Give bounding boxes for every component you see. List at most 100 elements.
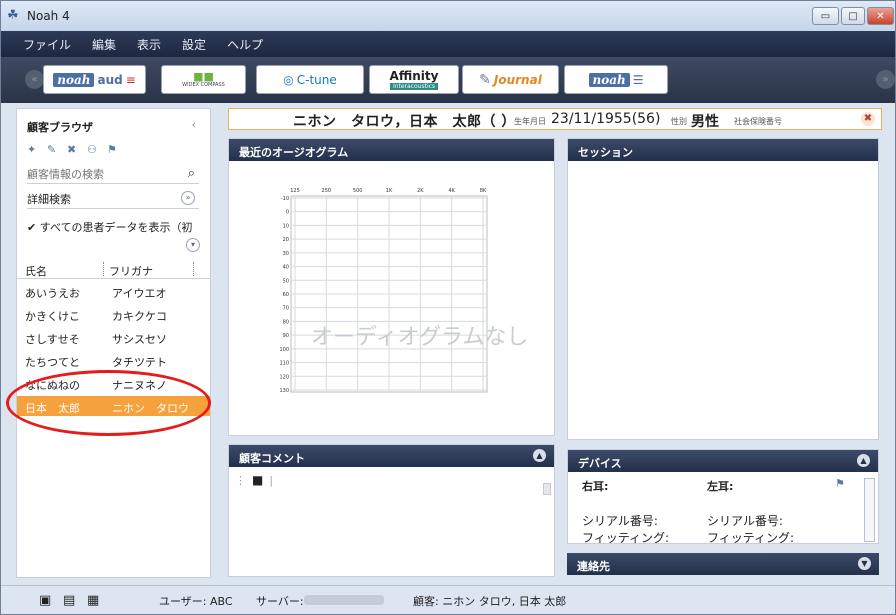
browser-toolbar: ✦ ✎ ✖ ⚇ ⚑ (27, 143, 121, 156)
freq-tick-label: 1K (386, 188, 393, 194)
row-kana: ナニヌネノ (112, 379, 167, 392)
add-patient-icon[interactable]: ✦ (27, 143, 41, 156)
minimize-icon: ▭ (820, 10, 831, 22)
column-divider[interactable] (103, 262, 104, 276)
row-kana: カキクケコ (112, 310, 167, 323)
app-window: ☘ Noah 4 ▭ □ ✕ ファイル 編集 表示 設定 ヘルプ « noah … (0, 0, 896, 615)
save-icon[interactable]: ■ (252, 473, 263, 487)
patient-table-header: 氏名 フリガナ (17, 259, 210, 279)
journal-label: Journal (493, 72, 542, 87)
row-name: 日本 太郎 (25, 402, 80, 415)
close-patient-icon[interactable]: ✖ (861, 112, 875, 126)
left-ear-label: 左耳: (707, 480, 734, 493)
minimize-button[interactable]: ▭ (812, 7, 839, 25)
device-panel: デバイス ▲ 右耳: 左耳: ⚑ シリアル番号: シリアル番号: フィッティング… (567, 449, 879, 545)
module-affinity[interactable]: Affinity Interacoustics (369, 65, 459, 94)
search-input[interactable] (27, 168, 177, 181)
aud-label: aud (97, 72, 123, 87)
module-noah-list[interactable]: noah ☰ (564, 65, 668, 94)
edit-patient-icon[interactable]: ✎ (47, 143, 61, 156)
advanced-search-label: 詳細検索 (27, 193, 71, 206)
table-row[interactable]: かきくけこ カキクケコ (17, 304, 210, 324)
audiogram-icon: ≡ (125, 72, 136, 87)
audiogram-title: 最近のオージオグラム (229, 139, 554, 161)
level-tick-label: 50 (283, 278, 289, 284)
module-noahaud[interactable]: noah aud ≡ (43, 65, 146, 94)
row-name: たちつてと (25, 356, 80, 369)
column-divider[interactable] (193, 262, 194, 276)
status-user: ユーザー: ABC (159, 595, 233, 608)
freq-tick-label: 250 (322, 188, 332, 194)
row-kana: アイウエオ (112, 287, 167, 300)
col-kana[interactable]: フリガナ (109, 263, 153, 279)
maximize-button[interactable]: □ (841, 7, 865, 25)
menu-file[interactable]: ファイル (23, 36, 71, 53)
expand-icon[interactable]: » (181, 191, 195, 205)
status-bar: ▣ ▤ ▦ ユーザー: ABC サーバー: 顧客: ニホン タロウ, 日本 太郎 (1, 585, 895, 614)
divider: | (269, 473, 274, 487)
grip-icon: ⋮ (235, 473, 246, 487)
level-tick-label: 100 (279, 347, 289, 353)
collapse-icon[interactable]: ‹ (192, 118, 196, 131)
level-tick-label: 0 (286, 210, 289, 216)
interacoustics-label: Interacoustics (389, 82, 439, 90)
menu-edit[interactable]: 編集 (92, 36, 116, 53)
level-tick-label: 30 (283, 251, 289, 257)
delete-patient-icon[interactable]: ✖ (67, 143, 81, 156)
row-name: かきくけこ (25, 310, 80, 323)
module-ctune[interactable]: ◎ C-tune (256, 65, 364, 94)
freq-tick-label: 4K (448, 188, 455, 194)
close-button[interactable]: ✕ (867, 7, 894, 25)
fitting-left: フィッティング: (707, 531, 795, 545)
collapse-device-icon[interactable]: ▲ (857, 454, 870, 467)
table-row[interactable]: なにぬねの ナニヌネノ (17, 373, 210, 393)
table-row-selected[interactable]: 日本 太郎 ニホン タロウ (17, 396, 210, 416)
row-name: あいうえお (25, 287, 80, 300)
menu-settings[interactable]: 設定 (182, 36, 206, 53)
menu-bar: ファイル 編集 表示 設定 ヘルプ (1, 31, 895, 57)
row-name: さしすせそ (25, 333, 80, 346)
level-tick-label: 120 (279, 374, 289, 380)
layout-1-icon[interactable]: ▣ (39, 593, 51, 608)
level-tick-label: 90 (283, 333, 289, 339)
scroll-right-icon[interactable]: » (876, 70, 895, 89)
search-icon[interactable]: ⌕ (188, 166, 195, 181)
patient-header: ニホン タロウ，日本 太郎（ ） 生年月日 23/11/1955(56) 性別 … (228, 108, 882, 130)
module-widex-compass[interactable]: ■■ WIDEX COMPASS (161, 65, 246, 94)
table-row[interactable]: さしすせそ サシスセソ (17, 327, 210, 347)
level-tick-label: 40 (283, 265, 289, 271)
affinity-label: Affinity (389, 68, 439, 83)
show-all-option[interactable]: ✔ すべての患者データを表示（初 (27, 219, 193, 235)
device-scrollbar[interactable] (864, 478, 875, 542)
ctune-label: C-tune (296, 72, 337, 87)
advanced-search[interactable]: 詳細検索 » (27, 191, 199, 209)
ctune-logo-icon: ◎ (283, 72, 294, 87)
merge-patient-icon[interactable]: ⚇ (87, 143, 101, 156)
device-user-icon[interactable]: ⚑ (835, 477, 845, 490)
widex-label: WIDEX COMPASS (182, 82, 225, 88)
comment-scrollbar[interactable] (543, 483, 551, 495)
module-journal[interactable]: ✎ Journal (462, 65, 559, 94)
col-name[interactable]: 氏名 (25, 263, 47, 279)
serial-left: シリアル番号: (707, 514, 783, 528)
table-row[interactable]: たちつてと タチツテト (17, 350, 210, 370)
dob-value: 23/11/1955(56) (551, 111, 661, 127)
layout-2-icon[interactable]: ▤ (63, 593, 75, 608)
menu-view[interactable]: 表示 (137, 36, 161, 53)
session-title: セッション (568, 139, 878, 161)
table-row[interactable]: あいうえお アイウエオ (17, 281, 210, 301)
expand-contacts-icon[interactable]: ▼ (858, 557, 871, 570)
sex-label: 性別 (671, 117, 687, 126)
contacts-panel: 連絡先 ▼ (567, 553, 879, 575)
collapse-comment-icon[interactable]: ▲ (533, 449, 546, 462)
level-tick-label: 20 (283, 237, 289, 243)
scroll-left-icon[interactable]: « (25, 70, 44, 89)
menu-help[interactable]: ヘルプ (227, 36, 263, 53)
close-icon: ✕ (876, 10, 885, 22)
freq-tick-label: 125 (290, 188, 300, 194)
chevron-down-icon[interactable]: ▾ (186, 238, 200, 252)
insurance-label: 社会保険番号 (734, 117, 782, 126)
layout-3-icon[interactable]: ▦ (87, 593, 99, 608)
patient-group-icon[interactable]: ⚑ (107, 143, 121, 156)
device-title: デバイス (568, 450, 878, 472)
